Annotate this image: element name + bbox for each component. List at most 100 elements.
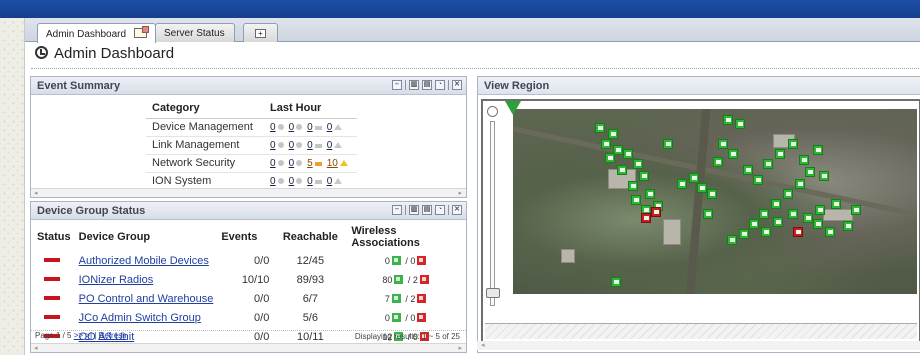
device-marker-icon[interactable] bbox=[825, 227, 835, 237]
device-marker-icon[interactable] bbox=[819, 171, 829, 181]
properties-icon[interactable]: ▤ bbox=[422, 80, 432, 90]
device-alert-marker-icon[interactable] bbox=[793, 227, 803, 237]
event-summary-scrollbar[interactable]: ◂ ▸ bbox=[31, 188, 466, 197]
event-count-link[interactable]: 10 bbox=[327, 158, 338, 169]
zoom-in-icon[interactable] bbox=[487, 106, 498, 117]
event-count-link[interactable]: 0 bbox=[289, 122, 295, 133]
map-pin-icon[interactable] bbox=[505, 101, 521, 115]
device-marker-icon[interactable] bbox=[831, 199, 841, 209]
next-page-link[interactable]: >> bbox=[74, 331, 83, 340]
device-marker-icon[interactable] bbox=[743, 165, 753, 175]
tab-server-status[interactable]: Server Status bbox=[155, 23, 235, 42]
device-marker-icon[interactable] bbox=[631, 195, 641, 205]
device-group-link[interactable]: PO Control and Warehouse bbox=[79, 293, 214, 305]
device-marker-icon[interactable] bbox=[843, 221, 853, 231]
event-count-link[interactable]: 0 bbox=[327, 122, 333, 133]
device-marker-icon[interactable] bbox=[799, 155, 809, 165]
device-group-row[interactable]: IONizer Radios 10/10 89/93 80 / 2 bbox=[33, 271, 466, 290]
device-marker-icon[interactable] bbox=[633, 159, 643, 169]
event-count-link[interactable]: 0 bbox=[270, 140, 276, 151]
device-marker-icon[interactable] bbox=[783, 189, 793, 199]
event-count-link[interactable]: 0 bbox=[307, 140, 313, 151]
device-marker-icon[interactable] bbox=[815, 205, 825, 215]
event-count-link[interactable]: 0 bbox=[270, 176, 276, 187]
device-marker-icon[interactable] bbox=[735, 119, 745, 129]
device-marker-icon[interactable] bbox=[723, 115, 733, 125]
device-marker-icon[interactable] bbox=[813, 219, 823, 229]
device-marker-icon[interactable] bbox=[753, 175, 763, 185]
device-marker-icon[interactable] bbox=[697, 183, 707, 193]
refresh-link[interactable]: Refresh bbox=[99, 331, 127, 340]
device-group-row[interactable]: PO Control and Warehouse 0/0 6/7 7 / 2 bbox=[33, 290, 466, 309]
device-alert-marker-icon[interactable] bbox=[651, 207, 661, 217]
device-marker-icon[interactable] bbox=[771, 199, 781, 209]
device-group-link[interactable]: Authorized Mobile Devices bbox=[79, 255, 209, 267]
event-count-link[interactable]: 0 bbox=[327, 176, 333, 187]
device-marker-icon[interactable] bbox=[739, 229, 749, 239]
device-marker-icon[interactable] bbox=[645, 189, 655, 199]
close-icon[interactable]: ✕ bbox=[452, 80, 462, 90]
device-marker-icon[interactable] bbox=[851, 205, 861, 215]
zoom-handle[interactable] bbox=[486, 288, 500, 298]
device-marker-icon[interactable] bbox=[763, 159, 773, 169]
device-marker-icon[interactable] bbox=[608, 129, 618, 139]
tab-add[interactable]: + bbox=[243, 23, 278, 42]
device-group-row[interactable]: Authorized Mobile Devices 0/0 12/45 0 / 0 bbox=[33, 252, 466, 271]
event-count-link[interactable]: 0 bbox=[307, 122, 313, 133]
device-marker-icon[interactable] bbox=[617, 165, 627, 175]
device-marker-icon[interactable] bbox=[703, 209, 713, 219]
view-region-scrollbar[interactable]: ◂ bbox=[477, 341, 920, 350]
edit-icon[interactable] bbox=[133, 26, 149, 38]
event-count-link[interactable]: 0 bbox=[327, 140, 333, 151]
device-group-link[interactable]: IONizer Radios bbox=[79, 274, 154, 286]
search-icon[interactable]: ◔ bbox=[435, 80, 445, 90]
event-count-link[interactable]: 0 bbox=[289, 140, 295, 151]
event-count-link[interactable]: 0 bbox=[289, 176, 295, 187]
event-count-link[interactable]: 0 bbox=[289, 158, 295, 169]
search-icon[interactable]: ◔ bbox=[435, 205, 445, 215]
aerial-map[interactable] bbox=[513, 109, 917, 294]
device-marker-icon[interactable] bbox=[718, 139, 728, 149]
event-count-link[interactable]: 0 bbox=[270, 158, 276, 169]
device-marker-icon[interactable] bbox=[707, 189, 717, 199]
event-count-link[interactable]: 0 bbox=[270, 122, 276, 133]
device-marker-icon[interactable] bbox=[601, 139, 611, 149]
device-group-row[interactable]: JCo Admin Switch Group 0/0 5/6 0 / 0 bbox=[33, 309, 466, 328]
device-marker-icon[interactable] bbox=[713, 157, 723, 167]
minimize-icon[interactable]: – bbox=[392, 205, 402, 215]
device-marker-icon[interactable] bbox=[788, 139, 798, 149]
last-page-link[interactable]: >| bbox=[85, 331, 92, 340]
device-marker-icon[interactable] bbox=[689, 173, 699, 183]
device-marker-icon[interactable] bbox=[759, 209, 769, 219]
device-alert-marker-icon[interactable] bbox=[641, 213, 651, 223]
columns-icon[interactable]: ▥ bbox=[409, 80, 419, 90]
device-marker-icon[interactable] bbox=[795, 179, 805, 189]
device-marker-icon[interactable] bbox=[628, 181, 638, 191]
device-marker-icon[interactable] bbox=[623, 149, 633, 159]
add-tab-icon[interactable]: + bbox=[255, 29, 266, 38]
zoom-slider[interactable] bbox=[485, 106, 502, 341]
device-marker-icon[interactable] bbox=[611, 277, 621, 287]
device-group-scrollbar[interactable]: ◂ ▸ bbox=[31, 343, 466, 352]
device-group-link[interactable]: JCo Admin Switch Group bbox=[79, 312, 201, 324]
device-marker-icon[interactable] bbox=[813, 145, 823, 155]
device-marker-icon[interactable] bbox=[605, 153, 615, 163]
device-marker-icon[interactable] bbox=[788, 209, 798, 219]
device-marker-icon[interactable] bbox=[749, 219, 759, 229]
device-marker-icon[interactable] bbox=[677, 179, 687, 189]
device-marker-icon[interactable] bbox=[803, 213, 813, 223]
properties-icon[interactable]: ▤ bbox=[422, 205, 432, 215]
device-marker-icon[interactable] bbox=[595, 123, 605, 133]
device-marker-icon[interactable] bbox=[761, 227, 771, 237]
device-marker-icon[interactable] bbox=[639, 171, 649, 181]
tab-admin-dashboard[interactable]: Admin Dashboard bbox=[37, 23, 156, 43]
zoom-track[interactable] bbox=[490, 121, 495, 306]
device-marker-icon[interactable] bbox=[775, 149, 785, 159]
minimize-icon[interactable]: – bbox=[392, 80, 402, 90]
device-marker-icon[interactable] bbox=[727, 235, 737, 245]
device-marker-icon[interactable] bbox=[728, 149, 738, 159]
device-marker-icon[interactable] bbox=[773, 217, 783, 227]
event-count-link[interactable]: 0 bbox=[307, 176, 313, 187]
device-marker-icon[interactable] bbox=[805, 167, 815, 177]
device-marker-icon[interactable] bbox=[663, 139, 673, 149]
